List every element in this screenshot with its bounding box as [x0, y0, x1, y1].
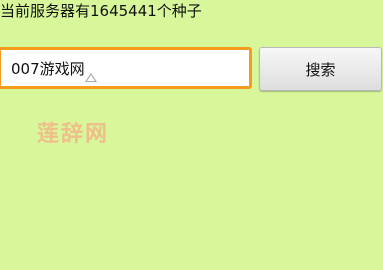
search-button[interactable]: 搜索 [259, 47, 382, 91]
server-status-text: 当前服务器有1645441个种子 [0, 2, 202, 20]
search-input[interactable] [0, 47, 252, 89]
text-cursor-handle-icon[interactable] [85, 73, 97, 82]
watermark-logo: 莲辞网 [37, 122, 110, 147]
